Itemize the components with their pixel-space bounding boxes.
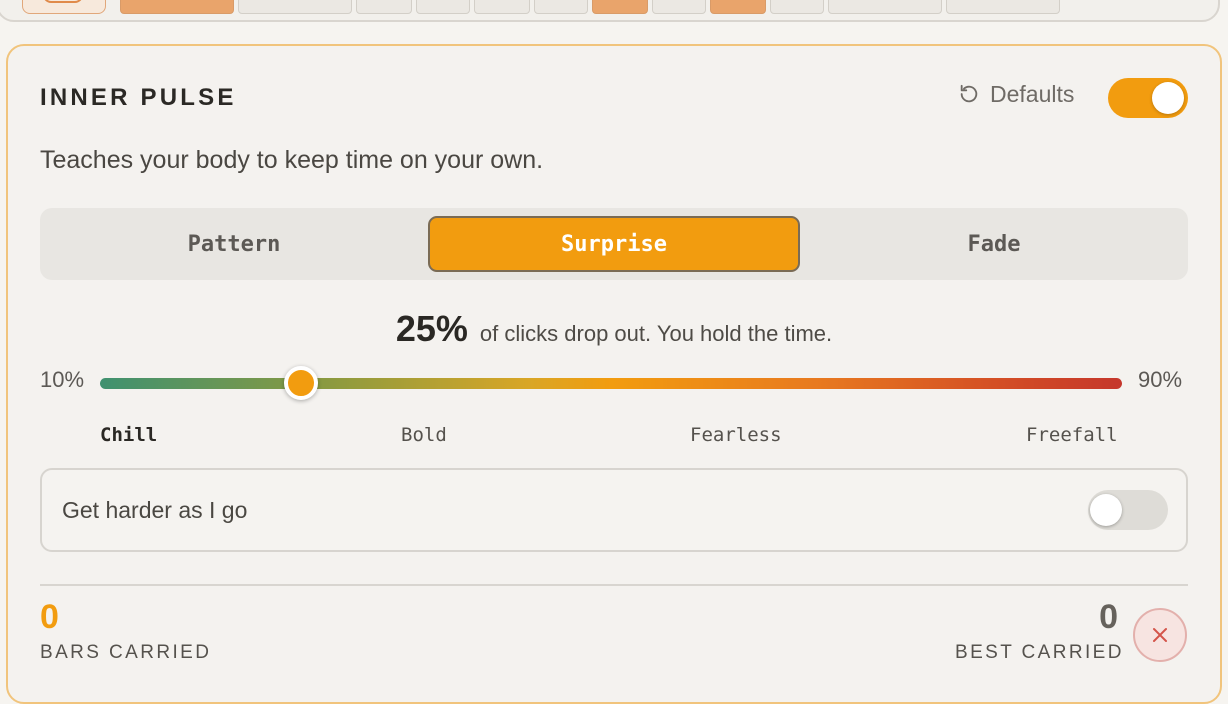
dropout-percent: 25% bbox=[395, 308, 468, 349]
level-chill[interactable]: Chill bbox=[100, 424, 157, 446]
toolbar-tab[interactable] bbox=[946, 0, 1060, 14]
toolbar-tab[interactable] bbox=[238, 0, 352, 14]
close-icon bbox=[1153, 628, 1167, 642]
toggle-knob bbox=[1152, 82, 1184, 114]
get-harder-row: Get harder as I go bbox=[40, 468, 1188, 552]
close-button[interactable] bbox=[1133, 608, 1187, 662]
card-subtitle: Teaches your body to keep time on your o… bbox=[40, 146, 544, 174]
dropout-slider-track[interactable] bbox=[100, 378, 1122, 389]
toolbar-tab[interactable] bbox=[828, 0, 942, 14]
dropout-slider-thumb[interactable] bbox=[284, 366, 318, 400]
level-fearless[interactable]: Fearless bbox=[690, 424, 782, 446]
mode-fade[interactable]: Fade bbox=[804, 216, 1184, 272]
toolbar-tab[interactable] bbox=[710, 0, 766, 14]
card-title: INNER PULSE bbox=[40, 84, 237, 111]
toolbar-tab[interactable] bbox=[120, 0, 234, 14]
mode-selector: Pattern Surprise Fade bbox=[40, 208, 1188, 280]
level-bold[interactable]: Bold bbox=[401, 424, 447, 446]
reset-icon bbox=[960, 84, 978, 103]
best-carried-label: BEST CARRIED bbox=[955, 642, 1124, 663]
divider bbox=[40, 584, 1188, 586]
dropout-summary: 25% of clicks drop out. You hold the tim… bbox=[0, 308, 1228, 350]
toolbar-tab[interactable] bbox=[356, 0, 412, 14]
inner-pulse-card bbox=[6, 44, 1222, 704]
toolbar-tab[interactable] bbox=[592, 0, 648, 14]
toolbar-tab[interactable] bbox=[534, 0, 588, 14]
mode-surprise[interactable]: Surprise bbox=[428, 216, 800, 272]
slider-max-label: 90% bbox=[1138, 367, 1183, 392]
bars-carried-label: BARS CARRIED bbox=[40, 642, 212, 663]
defaults-label: Defaults bbox=[990, 80, 1075, 107]
level-freefall[interactable]: Freefall bbox=[1026, 424, 1118, 446]
dropout-description: of clicks drop out. You hold the time. bbox=[479, 321, 833, 346]
logo-icon[interactable] bbox=[22, 0, 106, 14]
get-harder-toggle[interactable] bbox=[1088, 490, 1168, 530]
toggle-knob bbox=[1090, 494, 1122, 526]
get-harder-label: Get harder as I go bbox=[62, 497, 248, 523]
toolbar-tab[interactable] bbox=[416, 0, 470, 14]
toolbar-tab[interactable] bbox=[474, 0, 530, 14]
slider-min-label: 10% bbox=[40, 367, 85, 392]
inner-pulse-toggle[interactable] bbox=[1108, 78, 1188, 118]
toolbar-tab[interactable] bbox=[770, 0, 824, 14]
toolbar-tab[interactable] bbox=[652, 0, 706, 14]
best-carried-value: 0 bbox=[1099, 598, 1118, 636]
mode-pattern[interactable]: Pattern bbox=[44, 216, 424, 272]
defaults-button[interactable]: Defaults bbox=[958, 80, 1074, 108]
bars-carried-value: 0 bbox=[40, 598, 59, 636]
